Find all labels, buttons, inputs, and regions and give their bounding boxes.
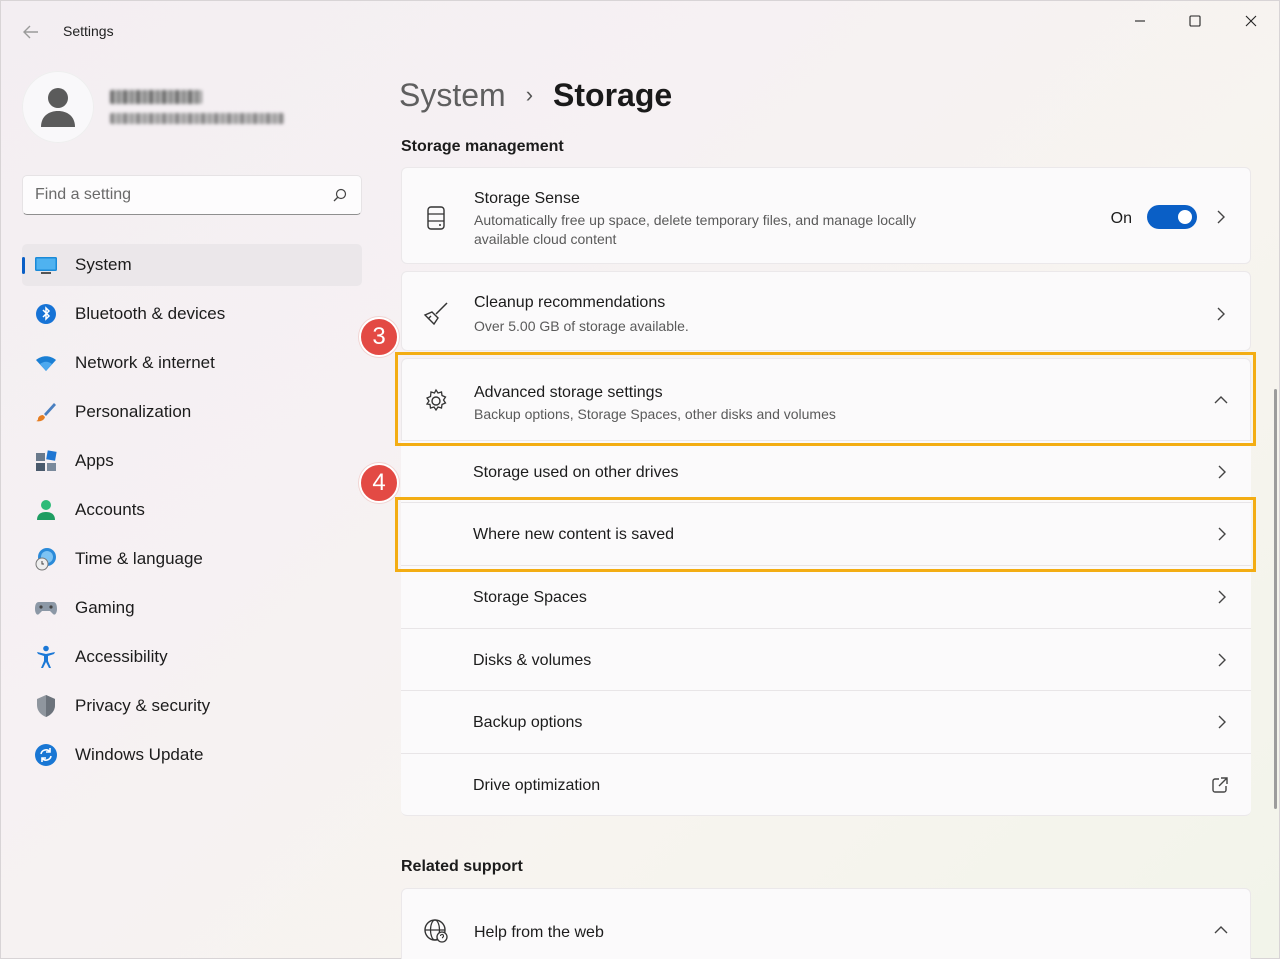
wifi-icon: [34, 352, 58, 374]
list-item-label: Drive optimization: [473, 777, 601, 794]
sidebar-item-label: Network & internet: [75, 353, 215, 372]
chevron-right-icon[interactable]: [1215, 715, 1229, 729]
external-link-icon[interactable]: [1211, 776, 1229, 794]
step-badge-3: 3: [359, 317, 399, 357]
storage-sense-subtitle: Automatically free up space, delete temp…: [474, 212, 917, 247]
sidebar-item-label: Privacy & security: [75, 696, 211, 715]
breadcrumb-separator: ›: [525, 82, 534, 107]
page-title: Storage: [553, 76, 673, 113]
section-title-related-support: Related support: [401, 858, 523, 875]
user-avatar-icon[interactable]: [22, 71, 94, 143]
sidebar-item-label: Windows Update: [75, 745, 204, 764]
sidebar-item-label: System: [75, 255, 132, 274]
maximize-icon[interactable]: [1172, 9, 1218, 33]
gamepad-icon: [34, 597, 58, 619]
list-item-label: Where new content is saved: [473, 526, 674, 543]
list-item-label: Storage used on other drives: [473, 464, 679, 481]
accessibility-icon: [34, 645, 58, 668]
sidebar-item-label: Gaming: [75, 598, 135, 617]
close-icon[interactable]: [1228, 9, 1274, 33]
list-item-label: Storage Spaces: [473, 589, 587, 606]
sidebar-item-windows-update[interactable]: Windows Update: [22, 734, 362, 776]
list-item-backup-options[interactable]: Backup options: [401, 691, 1251, 754]
breadcrumb: System › Storage: [399, 73, 672, 117]
sidebar-item-accessibility[interactable]: Accessibility: [22, 636, 362, 678]
storage-drive-icon: [422, 204, 450, 232]
toggle-knob: [1178, 210, 1192, 224]
list-item-disks-volumes[interactable]: Disks & volumes: [401, 629, 1251, 691]
chevron-up-icon[interactable]: [1214, 393, 1228, 407]
sidebar-item-personalization[interactable]: Personalization: [22, 391, 362, 433]
sidebar-item-label: Accessibility: [75, 647, 168, 666]
chevron-up-icon[interactable]: [1214, 923, 1228, 937]
sidebar-item-apps[interactable]: Apps: [22, 440, 362, 482]
profile-name-blurred: [110, 90, 202, 104]
toggle-state-label: On: [1110, 210, 1132, 227]
breadcrumb-parent[interactable]: System: [399, 77, 506, 114]
list-item-label: Disks & volumes: [473, 652, 592, 669]
sidebar-item-label: Accounts: [75, 500, 145, 519]
back-arrow-icon[interactable]: [19, 21, 43, 43]
cleanup-title: Cleanup recommendations: [474, 294, 666, 311]
sidebar-item-label: Bluetooth & devices: [75, 304, 226, 323]
step-badge-4: 4: [359, 463, 399, 503]
list-item-storage-spaces[interactable]: Storage Spaces: [401, 566, 1251, 629]
sidebar-item-privacy[interactable]: Privacy & security: [22, 685, 362, 727]
shield-icon: [34, 695, 58, 717]
list-item-label: Backup options: [473, 714, 583, 731]
minimize-icon[interactable]: [1117, 9, 1163, 33]
advanced-storage-settings-header[interactable]: Advanced storage settings Backup options…: [401, 358, 1251, 441]
sidebar-item-label: Apps: [75, 451, 114, 470]
list-item-where-new-content-saved[interactable]: Where new content is saved: [401, 503, 1251, 566]
title-bar: Settings: [1, 1, 1280, 61]
cleanup-subtitle: Over 5.00 GB of storage available.: [474, 318, 689, 334]
chevron-right-icon[interactable]: [1214, 210, 1228, 224]
list-item-storage-other-drives[interactable]: Storage used on other drives: [401, 441, 1251, 503]
advanced-title: Advanced storage settings: [474, 384, 663, 401]
paintbrush-icon: [34, 401, 58, 423]
chevron-right-icon[interactable]: [1215, 653, 1229, 667]
scrollbar[interactable]: [1274, 389, 1277, 809]
advanced-subtitle: Backup options, Storage Spaces, other di…: [474, 406, 836, 422]
web-help-icon: [422, 917, 450, 945]
sidebar-item-system[interactable]: System: [22, 244, 362, 286]
cleanup-recommendations-card[interactable]: Cleanup recommendations Over 5.00 GB of …: [401, 271, 1251, 351]
settings-window: Settings System: [0, 0, 1280, 959]
system-monitor-icon: [34, 254, 58, 276]
sidebar-item-network[interactable]: Network & internet: [22, 342, 362, 384]
profile-email-blurred: [110, 113, 284, 124]
search-input[interactable]: [35, 176, 325, 214]
chevron-right-icon[interactable]: [1215, 465, 1229, 479]
sidebar-item-label: Time & language: [75, 549, 203, 568]
help-from-web-card[interactable]: Help from the web: [401, 888, 1251, 959]
app-title: Settings: [63, 23, 114, 39]
apps-icon: [34, 450, 58, 472]
globe-clock-icon: [34, 548, 58, 571]
gear-icon: [422, 387, 450, 415]
chevron-right-icon[interactable]: [1215, 527, 1229, 541]
storage-sense-toggle[interactable]: [1147, 205, 1197, 229]
section-title-storage-management: Storage management: [401, 138, 564, 155]
sidebar-item-bluetooth[interactable]: Bluetooth & devices: [22, 293, 362, 335]
help-from-web-title: Help from the web: [474, 924, 604, 941]
chevron-right-icon[interactable]: [1214, 307, 1228, 321]
account-icon: [34, 499, 58, 521]
sidebar-item-gaming[interactable]: Gaming: [22, 587, 362, 629]
storage-sense-title: Storage Sense: [474, 190, 580, 207]
update-icon: [34, 744, 58, 766]
broom-icon: [422, 300, 450, 328]
selected-indicator: [22, 257, 25, 274]
search-box[interactable]: [22, 175, 362, 215]
bluetooth-icon: [34, 303, 58, 325]
storage-sense-card[interactable]: Storage Sense Automatically free up spac…: [401, 167, 1251, 264]
chevron-right-icon[interactable]: [1215, 590, 1229, 604]
sidebar-item-time-language[interactable]: Time & language: [22, 538, 362, 580]
sidebar-item-accounts[interactable]: Accounts: [22, 489, 362, 531]
sidebar-item-label: Personalization: [75, 402, 192, 421]
list-item-drive-optimization[interactable]: Drive optimization: [401, 754, 1251, 816]
search-icon[interactable]: [333, 188, 347, 207]
